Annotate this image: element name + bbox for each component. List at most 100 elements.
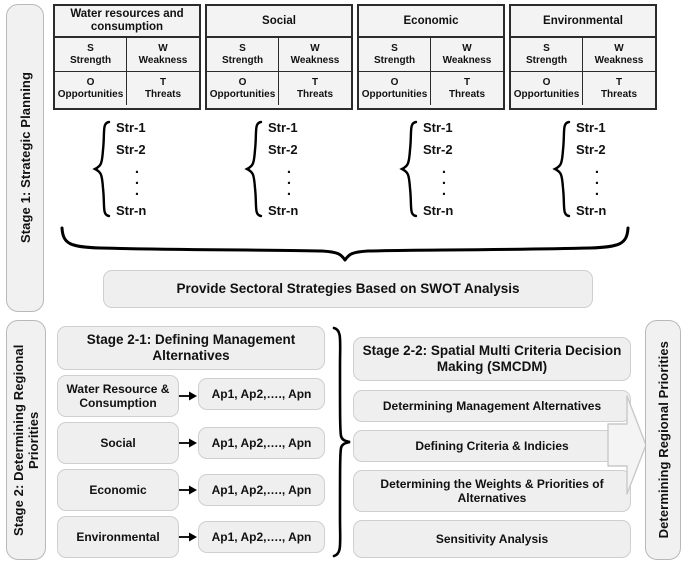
swot-letter-w: W <box>158 43 168 54</box>
step-label: Determining the Weights & Priorities of … <box>380 477 604 505</box>
block-arrow-right-icon <box>607 395 647 495</box>
aggregation-brace <box>60 226 630 262</box>
arrow-water <box>179 388 198 404</box>
swot-cell-opportunities: O Opportunities <box>55 72 127 105</box>
sector-label: Economic <box>89 483 147 497</box>
stage-2-1-alternatives-box-environmental: Ap1, Ap2,…., Apn <box>198 521 325 553</box>
arrow-right-icon <box>179 485 197 495</box>
swot-letter-t: T <box>463 77 471 88</box>
stage-2-label: Stage 2: Determining Regional Priorities <box>11 344 41 536</box>
swot-letter-o: O <box>238 77 247 88</box>
step-label: Defining Criteria & Indicies <box>415 439 569 453</box>
sector-label: Water Resource & Consumption <box>66 382 170 410</box>
swot-cell-threats: T Threats <box>583 72 655 105</box>
stage-2-1-alternatives-box-water: Ap1, Ap2,…., Apn <box>198 378 325 410</box>
swot-letter-t: T <box>311 77 319 88</box>
arrow-right-icon <box>179 391 197 401</box>
stage-2-sidebar: Stage 2: Determining Regional Priorities <box>6 320 46 560</box>
strategy-list: Str-1 Str-2 ... Str-n <box>263 120 310 218</box>
arrow-environmental <box>179 529 198 545</box>
stage-2-1-alternatives-box-economic: Ap1, Ap2,…., Apn <box>198 474 325 506</box>
swot-cell-weakness: W Weakness <box>279 38 351 72</box>
step-label: Determining Management Alternatives <box>382 399 602 413</box>
swot-table-water: Water resources and consumption S Streng… <box>53 4 201 110</box>
swot-cell-weakness: W Weakness <box>127 38 199 72</box>
swot-word-opportunities: Opportunities <box>209 88 276 100</box>
stage-2-2-title-box: Stage 2-2: Spatial Multi Criteria Decisi… <box>353 337 631 381</box>
step-label: Sensitivity Analysis <box>435 532 549 546</box>
strategy-last: Str-n <box>116 202 147 218</box>
ellipsis-icon: ... <box>286 160 292 200</box>
swot-cell-strength: S Strength <box>511 38 583 72</box>
outcome-sidebar: Determining Regional Priorities <box>645 320 681 560</box>
strategy-first: Str-1 <box>268 120 298 135</box>
swot-letter-s: S <box>391 43 398 54</box>
swot-letter-o: O <box>86 77 95 88</box>
swot-letter-s: S <box>87 43 94 54</box>
swot-letter-w: W <box>462 43 472 54</box>
swot-word-strength: Strength <box>525 54 568 66</box>
swot-grid-social: S Strength W Weakness O Opportunities T … <box>207 38 351 106</box>
strategy-group-environmental: Str-1 Str-2 ... Str-n <box>552 120 618 218</box>
swot-letter-o: O <box>390 77 399 88</box>
swot-word-threats: Threats <box>600 88 638 100</box>
stage-2-1-alternatives-box-social: Ap1, Ap2,…., Apn <box>198 427 325 459</box>
stage-2-2-title: Stage 2-2: Spatial Multi Criteria Decisi… <box>362 343 622 374</box>
swot-word-threats: Threats <box>144 88 182 100</box>
strategy-second: Str-2 <box>268 141 298 157</box>
strategy-second: Str-2 <box>116 141 146 157</box>
arrow-right-icon <box>179 532 197 542</box>
sectoral-strategies-box: Provide Sectoral Strategies Based on SWO… <box>103 270 593 308</box>
stage-2-connector-brace <box>330 326 352 558</box>
brace-horizontal-icon <box>60 226 630 262</box>
swot-letter-t: T <box>159 77 167 88</box>
stage-2-1-sector-box-economic: Economic <box>57 469 179 511</box>
swot-table-social: Social S Strength W Weakness O Opportuni… <box>205 4 353 110</box>
swot-word-weakness: Weakness <box>442 54 492 66</box>
alternatives-label: Ap1, Ap2,…., Apn <box>211 483 312 497</box>
alternatives-label: Ap1, Ap2,…., Apn <box>211 387 312 401</box>
stage-2-2-step-4: Sensitivity Analysis <box>353 520 631 558</box>
swot-word-weakness: Weakness <box>290 54 340 66</box>
swot-letter-t: T <box>615 77 623 88</box>
ellipsis-icon: ... <box>134 160 140 200</box>
swot-grid-environmental: S Strength W Weakness O Opportunities T … <box>511 38 655 106</box>
strategy-group-water: Str-1 Str-2 ... Str-n <box>92 120 158 218</box>
swot-word-opportunities: Opportunities <box>361 88 428 100</box>
swot-table-economic: Economic S Strength W Weakness O Opportu… <box>357 4 505 110</box>
arrow-right-icon <box>179 438 197 448</box>
outcome-arrow <box>607 392 647 498</box>
strategy-group-social: Str-1 Str-2 ... Str-n <box>244 120 310 218</box>
swot-cell-weakness: W Weakness <box>583 38 655 72</box>
strategy-list: Str-1 Str-2 ... Str-n <box>111 120 158 218</box>
stage-2-1-title: Stage 2-1: Defining Management Alternati… <box>86 332 296 363</box>
stage-2-2-step-1: Determining Management Alternatives <box>353 390 631 422</box>
swot-word-threats: Threats <box>448 88 486 100</box>
swot-word-opportunities: Opportunities <box>513 88 580 100</box>
strategy-last: Str-n <box>576 202 607 218</box>
swot-word-opportunities: Opportunities <box>57 88 124 100</box>
strategy-second: Str-2 <box>423 141 453 157</box>
ellipsis-icon: ... <box>441 160 447 200</box>
stage-2-2-step-3: Determining the Weights & Priorities of … <box>353 470 631 512</box>
swot-title-environmental: Environmental <box>511 6 655 38</box>
stage-2-1-sector-box-environmental: Environmental <box>57 516 179 558</box>
strategy-list: Str-1 Str-2 ... Str-n <box>571 120 618 218</box>
brace-icon <box>552 120 571 218</box>
swot-cell-opportunities: O Opportunities <box>359 72 431 105</box>
arrow-social <box>179 435 198 451</box>
strategy-first: Str-1 <box>423 120 453 135</box>
swot-cell-threats: T Threats <box>431 72 503 105</box>
stage-2-1-title-box: Stage 2-1: Defining Management Alternati… <box>57 326 325 370</box>
stage-1-label: Stage 1: Strategic Planning <box>17 72 33 244</box>
stage-2-1-sector-box-water: Water Resource & Consumption <box>57 375 179 417</box>
strategy-last: Str-n <box>423 202 454 218</box>
sectoral-strategies-label: Provide Sectoral Strategies Based on SWO… <box>176 281 520 296</box>
swot-title-economic: Economic <box>359 6 503 38</box>
swot-grid-water: S Strength W Weakness O Opportunities T … <box>55 38 199 106</box>
swot-word-strength: Strength <box>373 54 416 66</box>
stage-1-sidebar: Stage 1: Strategic Planning <box>6 4 44 312</box>
ellipsis-icon: ... <box>594 160 600 200</box>
strategy-first: Str-1 <box>116 120 146 135</box>
alternatives-label: Ap1, Ap2,…., Apn <box>211 436 312 450</box>
